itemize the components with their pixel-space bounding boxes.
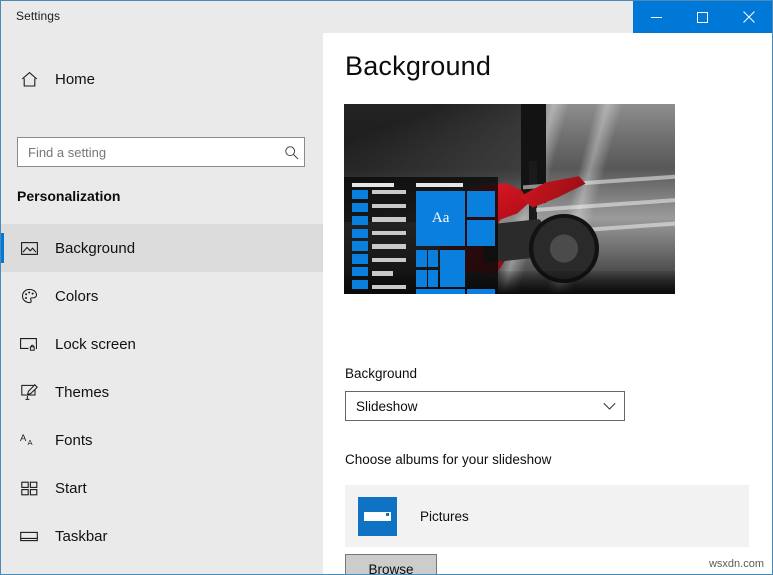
preview-tile: [416, 250, 426, 267]
minimize-button[interactable]: [633, 1, 679, 33]
sidebar-item-taskbar[interactable]: Taskbar: [1, 512, 323, 560]
title-bar: Settings: [1, 1, 772, 33]
sidebar-item-home-label: Home: [55, 71, 95, 88]
sidebar-item-background[interactable]: Background: [1, 224, 323, 272]
album-name: Pictures: [420, 509, 469, 524]
sidebar-item-themes[interactable]: Themes: [1, 368, 323, 416]
preview-start-tiles: Aa: [416, 191, 495, 290]
sidebar-item-home[interactable]: Home: [1, 59, 323, 99]
sidebar-item-fonts[interactable]: A A Fonts: [1, 416, 323, 464]
preview-start-header-line: [352, 183, 394, 187]
background-field-label: Background: [345, 366, 417, 381]
taskbar-icon: [17, 530, 41, 543]
brush-icon: [17, 384, 41, 401]
background-select[interactable]: Slideshow: [345, 391, 625, 421]
search-icon: [278, 145, 304, 160]
preview-start-menu: Aa: [344, 177, 498, 294]
close-button[interactable]: [726, 1, 772, 33]
home-icon: [17, 71, 41, 88]
sidebar-item-start[interactable]: Start: [1, 464, 323, 512]
browse-button[interactable]: Browse: [345, 554, 437, 575]
preview-start-app-lines: [372, 190, 406, 289]
sidebar-item-start-label: Start: [55, 480, 87, 497]
start-tiles-icon: [17, 481, 41, 496]
sidebar-item-themes-label: Themes: [55, 384, 109, 401]
album-folder-icon: [358, 497, 397, 536]
preview-tile: [416, 270, 426, 287]
preview-start-rail: [352, 190, 367, 289]
preview-tile: [467, 191, 494, 217]
sidebar-item-colors[interactable]: Colors: [1, 272, 323, 320]
svg-text:A: A: [20, 433, 27, 444]
desktop-preview: Aa: [344, 104, 675, 294]
settings-window: Settings: [0, 0, 773, 575]
caption-button-group: [633, 1, 772, 33]
watermark: wsxdn.com: [709, 558, 764, 570]
picture-icon: [17, 241, 41, 256]
content-pane: Background: [323, 33, 772, 574]
sidebar-item-lock-screen-label: Lock screen: [55, 336, 136, 353]
sidebar-nav-list: Background Colors: [1, 224, 323, 560]
close-icon: [743, 11, 755, 23]
sidebar-item-fonts-label: Fonts: [55, 432, 93, 449]
sidebar-item-background-label: Background: [55, 240, 135, 257]
sidebar-item-lock-screen[interactable]: Lock screen: [1, 320, 323, 368]
preview-motorcycle-tail: [519, 176, 585, 210]
preview-tile: [440, 250, 465, 287]
chevron-down-icon: [594, 402, 624, 411]
preview-tile-aa: Aa: [416, 191, 465, 246]
preview-tile: [428, 250, 438, 267]
maximize-button[interactable]: [679, 1, 725, 33]
album-list: Pictures: [345, 485, 749, 547]
maximize-icon: [697, 12, 708, 23]
page-title: Background: [345, 51, 491, 82]
sidebar-item-colors-label: Colors: [55, 288, 98, 305]
minimize-icon: [651, 12, 662, 23]
search-box[interactable]: [17, 137, 305, 167]
background-select-value: Slideshow: [346, 399, 594, 414]
sidebar-section-title: Personalization: [17, 188, 120, 204]
sidebar: Home Personalization: [1, 33, 323, 574]
window-title: Settings: [16, 9, 60, 23]
fonts-icon: A A: [17, 432, 41, 448]
list-item[interactable]: Pictures: [345, 497, 749, 536]
preview-tiles-header-line: [416, 183, 462, 187]
sidebar-item-taskbar-label: Taskbar: [55, 528, 108, 545]
albums-field-label: Choose albums for your slideshow: [345, 452, 551, 467]
lock-screen-icon: [17, 337, 41, 352]
palette-icon: [17, 288, 41, 305]
preview-tile: [428, 270, 438, 287]
preview-tile: [467, 220, 494, 246]
svg-text:A: A: [27, 438, 32, 447]
selection-indicator: [1, 233, 4, 263]
search-input[interactable]: [18, 139, 278, 165]
preview-tile: [467, 289, 494, 294]
preview-tile: [416, 289, 465, 294]
